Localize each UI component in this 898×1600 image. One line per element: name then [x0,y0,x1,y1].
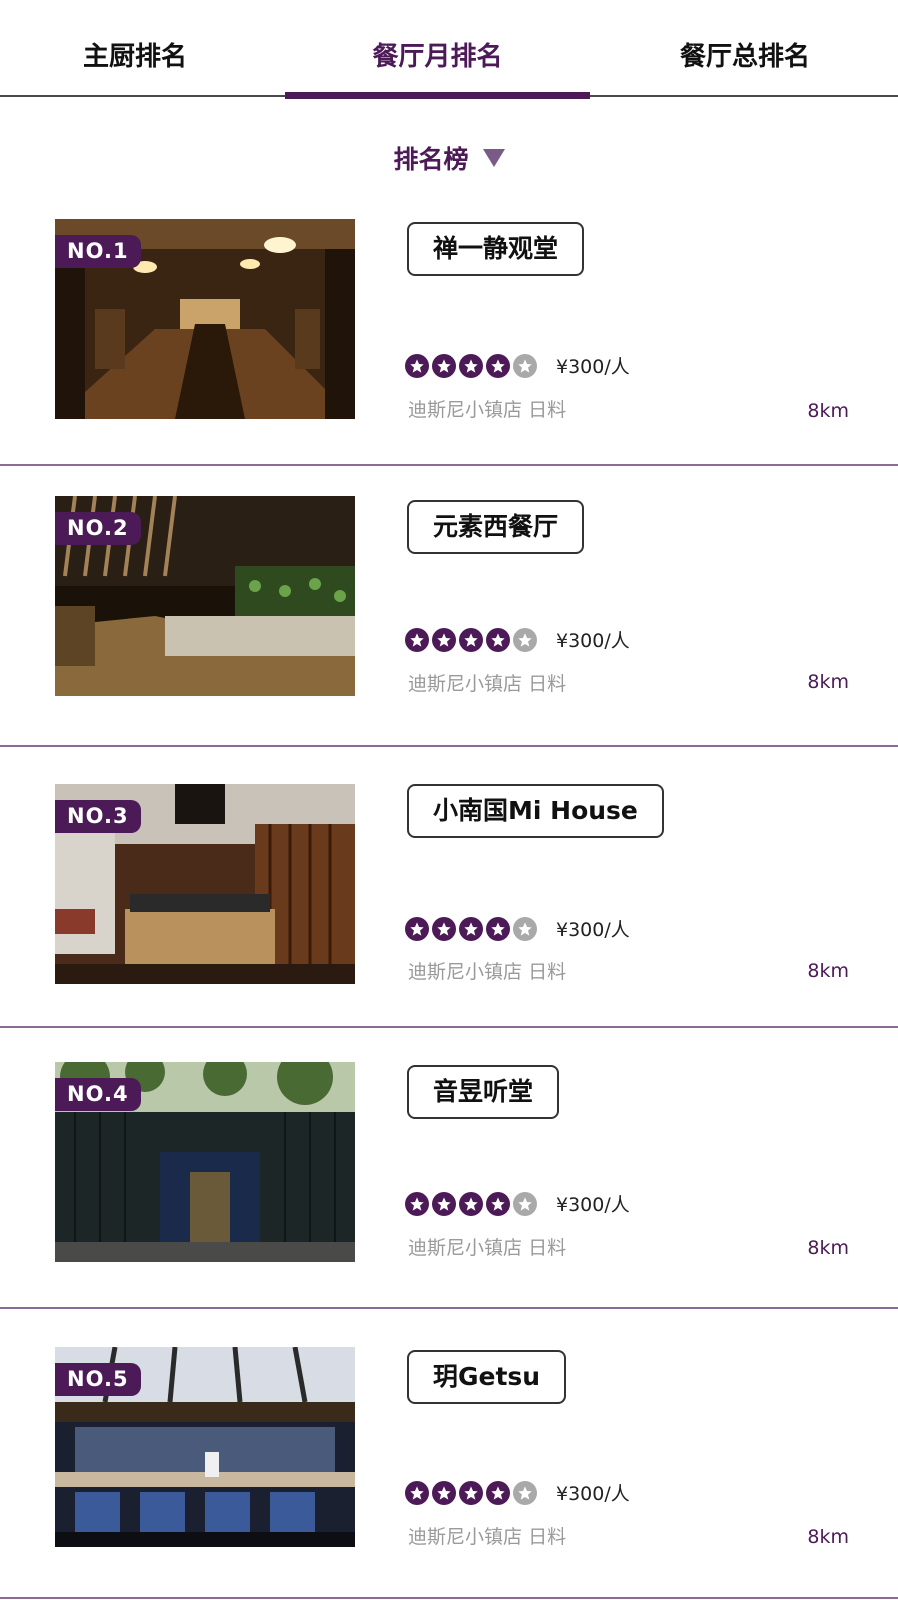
store-location: 迪斯尼小镇店 [408,399,523,421]
star-icon [459,354,483,378]
restaurant-name: 元素西餐厅 [407,500,585,554]
restaurant-photo: NO.3 [55,784,355,984]
tab-restaurant-overall-ranking[interactable]: 餐厅总排名 [640,36,850,76]
rating-stars [405,354,537,378]
rating-stars [405,628,537,652]
restaurant-name: 小南国Mi House [407,784,664,838]
tab-chef-ranking[interactable]: 主厨排名 [40,36,230,76]
star-icon [513,1192,537,1216]
sort-dropdown-label: 排名榜 [393,145,469,174]
rank-badge: NO.3 [55,800,141,833]
restaurant-card[interactable]: NO.3 小南国Mi House ¥300/人 迪斯尼小镇店 日料 8km [0,747,898,1028]
star-icon [405,917,429,941]
star-icon [513,917,537,941]
restaurant-name: 玥Getsu [407,1350,567,1404]
sort-dropdown-row: 排名榜 [0,140,898,180]
cuisine-type: 日料 [528,1237,567,1259]
star-icon [432,1481,456,1505]
cuisine-type: 日料 [528,399,567,421]
restaurant-photo: NO.1 [55,219,355,419]
price-per-person: ¥300/人 [556,919,630,941]
star-icon [459,1192,483,1216]
restaurant-card[interactable]: NO.2 元素西餐厅 ¥300/人 迪斯尼小镇店 日料 8km [0,466,898,747]
store-location: 迪斯尼小镇店 [408,673,523,695]
distance: 8km [807,400,849,422]
tab-restaurant-monthly-ranking[interactable]: 餐厅月排名 [285,36,590,76]
cuisine-type: 日料 [528,673,567,695]
star-icon [486,1192,510,1216]
star-icon [405,354,429,378]
star-icon [486,917,510,941]
rating-stars [405,917,537,941]
distance: 8km [807,1526,849,1548]
restaurant-name: 禅一静观堂 [407,222,585,276]
price-per-person: ¥300/人 [556,1483,630,1505]
tab-bar: 主厨排名 餐厅月排名 餐厅总排名 [0,0,898,99]
location-cuisine: 迪斯尼小镇店 日料 [408,1522,566,1549]
star-icon [432,628,456,652]
star-icon [405,1192,429,1216]
store-location: 迪斯尼小镇店 [408,1526,523,1548]
rating-stars [405,1481,537,1505]
star-icon [486,1481,510,1505]
caret-down-icon [482,149,505,167]
restaurant-card[interactable]: NO.1 禅一静观堂 ¥300/人 迪斯尼小镇店 日料 8km [0,185,898,466]
price-per-person: ¥300/人 [556,1194,630,1216]
restaurant-photo: NO.2 [55,496,355,696]
star-icon [432,354,456,378]
star-icon [486,628,510,652]
distance: 8km [807,1237,849,1259]
cuisine-type: 日料 [528,961,567,983]
location-cuisine: 迪斯尼小镇店 日料 [408,1233,566,1260]
location-cuisine: 迪斯尼小镇店 日料 [408,957,566,984]
star-icon [513,354,537,378]
price-per-person: ¥300/人 [556,356,630,378]
location-cuisine: 迪斯尼小镇店 日料 [408,669,566,696]
star-icon [405,1481,429,1505]
restaurant-card[interactable]: NO.4 音昱听堂 ¥300/人 迪斯尼小镇店 日料 8km [0,1028,898,1309]
star-icon [459,628,483,652]
star-icon [432,1192,456,1216]
restaurant-photo: NO.4 [55,1062,355,1262]
sort-dropdown[interactable]: 排名榜 [393,140,505,176]
star-icon [405,628,429,652]
rank-badge: NO.4 [55,1078,141,1111]
distance: 8km [807,671,849,693]
store-location: 迪斯尼小镇店 [408,1237,523,1259]
price-per-person: ¥300/人 [556,630,630,652]
star-icon [513,628,537,652]
restaurant-card[interactable]: NO.5 玥Getsu ¥300/人 迪斯尼小镇店 日料 8km [0,1309,898,1599]
distance: 8km [807,960,849,982]
active-tab-indicator [285,92,590,99]
star-icon [432,917,456,941]
rank-badge: NO.2 [55,512,141,545]
star-icon [486,354,510,378]
star-icon [459,1481,483,1505]
restaurant-photo: NO.5 [55,1347,355,1547]
restaurant-name: 音昱听堂 [407,1065,560,1119]
cuisine-type: 日料 [528,1526,567,1548]
rank-badge: NO.1 [55,235,141,268]
star-icon [459,917,483,941]
star-icon [513,1481,537,1505]
rating-stars [405,1192,537,1216]
location-cuisine: 迪斯尼小镇店 日料 [408,395,566,422]
rank-badge: NO.5 [55,1363,141,1396]
store-location: 迪斯尼小镇店 [408,961,523,983]
